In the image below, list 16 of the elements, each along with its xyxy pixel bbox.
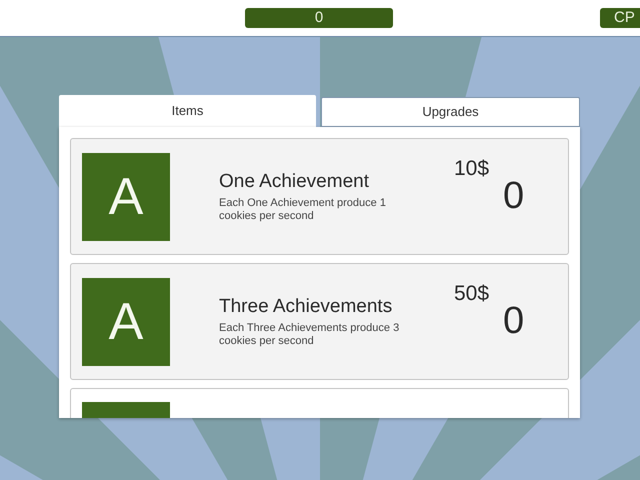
- item-price: 50$: [454, 281, 490, 307]
- item-description: Each Three Achievements produce 3 cookies per second: [219, 322, 400, 348]
- item-price: 10$: [454, 156, 490, 182]
- item-icon: A: [82, 152, 170, 240]
- item-description: Each One Achievement produce 1 cookies per second: [219, 197, 387, 223]
- owned-count: 0: [503, 174, 524, 218]
- tab[interactable]: Upgrades: [321, 97, 580, 127]
- owned-count: 0: [503, 299, 524, 343]
- item-card[interactable]: A Three Achievements Each Three Achievements produce 3 cookies per second 50$ 0: [70, 263, 569, 380]
- tab[interactable]: Items: [59, 95, 316, 127]
- cps-button[interactable]: CP: [600, 8, 640, 28]
- item-title: Three Achievements: [219, 295, 394, 318]
- item-icon: A: [82, 278, 170, 366]
- item-title: One Achievement: [219, 170, 370, 193]
- item-card[interactable]: A One Achievement Each One Achievement produce 1 cookies per second 10$ 0: [70, 138, 569, 255]
- cookie-counter: 0: [245, 8, 393, 28]
